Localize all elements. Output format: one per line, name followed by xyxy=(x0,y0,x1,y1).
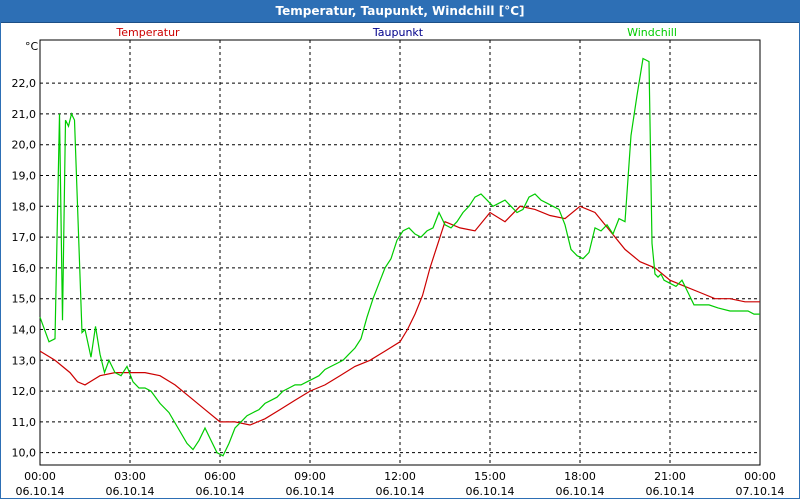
x-tick-date: 06.10.14 xyxy=(106,485,155,498)
x-tick-time: 03:00 xyxy=(114,470,146,483)
y-tick-label: 19,0 xyxy=(12,170,37,183)
x-tick-date: 06.10.14 xyxy=(286,485,335,498)
x-tick-date: 06.10.14 xyxy=(556,485,605,498)
y-tick-label: 10,0 xyxy=(12,447,37,460)
y-tick-label: 17,0 xyxy=(12,231,37,244)
y-tick-label: 12,0 xyxy=(12,385,37,398)
x-tick-time: 00:00 xyxy=(744,470,776,483)
y-tick-label: 20,0 xyxy=(12,139,37,152)
x-tick-time: 18:00 xyxy=(564,470,596,483)
y-tick-label: 16,0 xyxy=(12,262,37,275)
x-tick-date: 06.10.14 xyxy=(16,485,65,498)
x-tick-date: 06.10.14 xyxy=(466,485,515,498)
y-tick-label: 15,0 xyxy=(12,293,37,306)
x-tick-time: 12:00 xyxy=(384,470,416,483)
y-tick-label: 18,0 xyxy=(12,200,37,213)
x-tick-time: 06:00 xyxy=(204,470,236,483)
legend-taupunkt: Taupunkt xyxy=(372,26,424,39)
x-tick-date: 06.10.14 xyxy=(196,485,245,498)
x-tick-time: 21:00 xyxy=(654,470,686,483)
y-tick-label: 11,0 xyxy=(12,416,37,429)
x-tick-date: 06.10.14 xyxy=(376,485,425,498)
y-tick-label: 22,0 xyxy=(12,77,37,90)
legend-windchill: Windchill xyxy=(627,26,677,39)
x-tick-date: 07.10.14 xyxy=(736,485,785,498)
y-tick-label: 13,0 xyxy=(12,354,37,367)
line-chart: 10,0 11,0 12,0 13,0 14,0 15,0 16,0 17,0 18,0 19,0… xyxy=(12,26,785,498)
y-tick-label: 14,0 xyxy=(12,323,37,336)
legend-temperatur: Temperatur xyxy=(115,26,180,39)
x-tick-time: 15:00 xyxy=(474,470,506,483)
x-tick-time: 00:00 xyxy=(24,470,56,483)
x-tick-date: 06.10.14 xyxy=(646,485,695,498)
y-tick-label: 21,0 xyxy=(12,108,37,121)
x-tick-time: 09:00 xyxy=(294,470,326,483)
y-axis-unit: °C xyxy=(25,40,39,53)
